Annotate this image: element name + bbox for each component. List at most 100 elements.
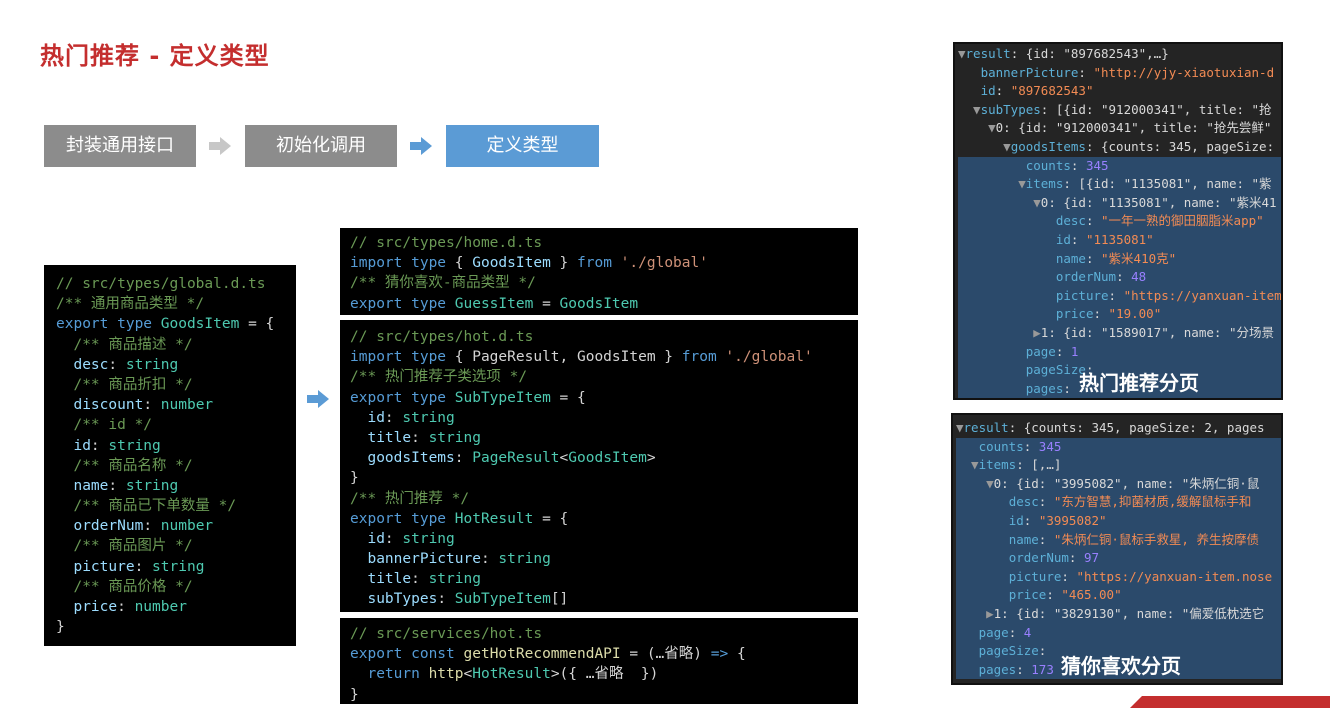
devtools-row[interactable]: name: "朱炳仁铜·鼠标手救星, 养生按摩债: [956, 530, 1281, 550]
devtools-token: "1135081": [1085, 231, 1154, 247]
devtools-row[interactable]: id: "897682543": [958, 82, 1281, 101]
devtools-token: [956, 532, 1009, 547]
code-token: :: [90, 437, 109, 454]
devtools-row[interactable]: counts: 345: [958, 156, 1281, 176]
devtools-token: :: [1068, 550, 1084, 566]
code-token: :: [411, 429, 429, 446]
devtools-token: 0: {id: "1135081", name: "紫米41: [1040, 194, 1277, 210]
devtools-token: "https://yanxuan-item.nose: [1076, 568, 1273, 584]
devtools-row[interactable]: ▼goodsItems: {counts: 345, pageSize:: [958, 138, 1281, 157]
code-token: // src/types/hot.d.ts: [350, 329, 534, 345]
devtools-row[interactable]: page: 1: [958, 342, 1281, 362]
devtools-row[interactable]: ▼0: {id: "1135081", name: "紫米41: [958, 193, 1281, 213]
code-token: /** 猜你喜欢-商品类型 */: [350, 275, 536, 292]
devtools-token: picture: [1055, 287, 1109, 303]
devtools-row[interactable]: desc: "东方智慧,抑菌材质,缓解鼠标手和: [956, 493, 1281, 512]
code-token: {: [454, 255, 473, 272]
devtools-token: id: [1008, 512, 1024, 528]
devtools-token: :: [1085, 250, 1102, 266]
code-token: string: [152, 558, 205, 575]
code-token: /** 商品价格 */: [56, 578, 193, 595]
devtools-token: pages: [1025, 380, 1064, 396]
code-block-global-types: // src/types/global.d.ts/** 通用商品类型 */exp…: [44, 265, 296, 646]
devtools-token: :: [1093, 306, 1109, 322]
devtools-row[interactable]: orderNum: 48: [958, 268, 1281, 287]
devtools-token: :: [1116, 269, 1132, 285]
devtools-token: 1: {id: "3829130", name: "偏爱低枕选它: [993, 605, 1265, 621]
devtools-row[interactable]: desc: "一年一熟的御田胭脂米app": [958, 212, 1281, 231]
code-line: goodsItems: PageResult<GoodsItem>: [350, 448, 858, 468]
devtools-row[interactable]: orderNum: 97: [956, 549, 1281, 568]
devtools-token: page: [1025, 343, 1056, 359]
devtools-row[interactable]: picture: "https://yanxuan-item: [958, 286, 1281, 306]
devtools-token: "465.00": [1061, 587, 1122, 603]
devtools-row[interactable]: page: 4: [956, 623, 1281, 643]
code-line: subTypes: SubTypeItem[]: [350, 589, 858, 609]
devtools-token: counts: [978, 438, 1024, 454]
code-token: string: [428, 429, 481, 446]
devtools-token: ▼: [958, 46, 966, 61]
code-token: =: [533, 295, 560, 312]
devtools-row[interactable]: price: "465.00": [956, 586, 1281, 605]
devtools-token: id: [980, 83, 996, 99]
devtools-token: [958, 65, 981, 80]
corner-decoration: [1130, 696, 1330, 708]
hot-recommend-pagination-label: 热门推荐分页: [1079, 371, 1199, 395]
step-encapsulate-api: 封装通用接口: [44, 125, 196, 167]
devtools-token: :: [1063, 380, 1079, 396]
code-line: bannerPicture: string: [350, 549, 858, 569]
code-token: bannerPicture: [350, 551, 481, 568]
devtools-row[interactable]: ▼0: {id: "3995082", name: "朱炳仁铜·鼠: [956, 474, 1281, 494]
code-token: /** 热门推荐 */: [350, 490, 470, 507]
code-token: :: [411, 571, 429, 588]
devtools-token: :: [1055, 343, 1071, 359]
code-token: price: [56, 599, 118, 615]
devtools-row[interactable]: picture: "https://yanxuan-item.nose: [956, 567, 1281, 587]
devtools-token: [956, 662, 979, 677]
code-token: './global': [725, 349, 813, 366]
code-token: /** 商品名称 */: [56, 457, 193, 474]
devtools-token: ▼: [958, 194, 1041, 210]
devtools-row[interactable]: counts: 345: [956, 437, 1281, 457]
code-token: <: [463, 666, 473, 683]
devtools-row[interactable]: ▶1: {id: "1589017", name: "分场景: [958, 323, 1281, 343]
devtools-token: page: [978, 624, 1009, 640]
devtools-token: name: [1008, 531, 1039, 547]
devtools-row[interactable]: ▼0: {id: "912000341", title: "抢先尝鲜": [958, 119, 1281, 138]
devtools-row[interactable]: id: "3995082": [956, 511, 1281, 531]
code-line: /** 商品名称 */: [56, 456, 296, 476]
devtools-row[interactable]: bannerPicture: "http://yjy-xiaotuxian-d: [958, 64, 1281, 83]
code-line: export type GoodsItem = {: [56, 314, 296, 334]
code-line: }: [350, 685, 858, 704]
code-line: export type GuessItem = GoodsItem: [350, 294, 858, 314]
devtools-row[interactable]: ▼items: [{id: "1135081", name: "紫: [958, 175, 1281, 194]
code-line: return http<HotResult>({ …省略 }): [350, 664, 858, 684]
code-token: number: [134, 599, 187, 615]
devtools-row[interactable]: ▶1: {id: "3829130", name: "偏爱低枕选它: [956, 604, 1281, 624]
devtools-row[interactable]: price: "19.00": [958, 305, 1281, 324]
devtools-row[interactable]: ▼items: [,…]: [956, 456, 1281, 475]
code-token: /** 商品描述 */: [56, 336, 193, 353]
code-token: import type: [350, 349, 455, 366]
code-token: :: [480, 551, 499, 568]
code-line: }: [350, 610, 858, 613]
devtools-token: [958, 362, 1026, 377]
devtools-token: : [{id: "912000341", title: "抢: [1040, 101, 1272, 117]
code-token: './global': [620, 255, 708, 272]
devtools-row[interactable]: ▼result: {id: "897682543",…}: [958, 45, 1281, 64]
code-token: >({ …省略 }): [550, 666, 659, 683]
devtools-row[interactable]: name: "紫米410克": [958, 249, 1281, 269]
devtools-row[interactable]: id: "1135081": [958, 230, 1281, 250]
code-token: return: [350, 666, 429, 683]
code-token: :: [134, 558, 153, 575]
devtools-row[interactable]: ▼result: {counts: 345, pageSize: 2, page…: [956, 419, 1281, 438]
devtools-row[interactable]: ▼subTypes: [{id: "912000341", title: "抢: [958, 101, 1281, 120]
code-token: id: [56, 437, 91, 454]
code-token: GoodsItem: [160, 316, 240, 333]
devtools-token: id: [1055, 231, 1071, 247]
code-line: /** 商品已下单数量 */: [56, 496, 296, 516]
code-line: // src/types/global.d.ts: [56, 274, 296, 294]
devtools-token: :: [1061, 568, 1077, 584]
code-token: import type: [350, 255, 455, 272]
devtools-token: :: [1085, 213, 1102, 229]
